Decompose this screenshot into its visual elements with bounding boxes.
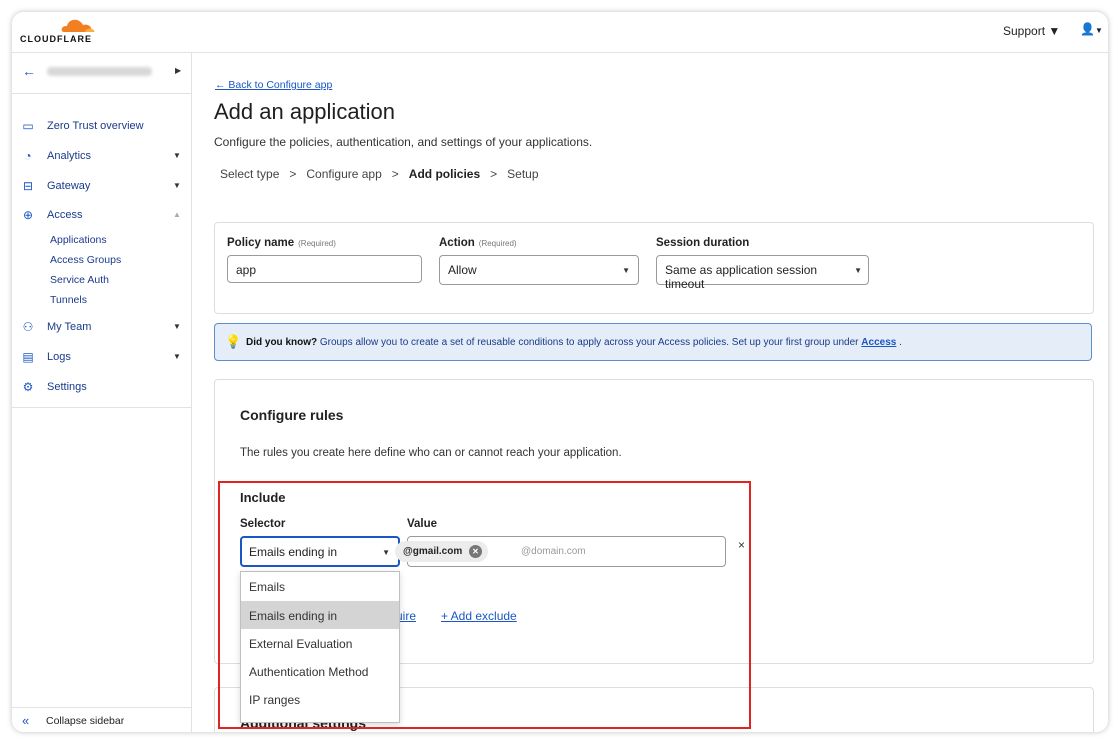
session-duration-value: Same as application session timeout xyxy=(665,263,818,291)
top-bar: CLOUDFLARE Support ▼ 👤▼ xyxy=(12,12,1108,53)
sidebar-item-label: Gateway xyxy=(47,180,91,192)
breadcrumb-separator: > xyxy=(391,167,399,181)
highlight-box xyxy=(218,481,751,729)
action-label-text: Action xyxy=(439,237,475,249)
sidebar-subitem-access-groups[interactable]: Access Groups xyxy=(50,254,121,266)
account-switcher[interactable]: ← ▶ xyxy=(12,53,191,94)
policy-card: Policy name (Required) app Action (Require… xyxy=(214,222,1094,314)
sidebar-item-logs[interactable]: ▤ Logs ▼ xyxy=(12,347,191,369)
support-menu[interactable]: Support ▼ xyxy=(1003,24,1060,38)
sidebar: ← ▶ ▭ Zero Trust overview ◔ Analytics ▼ … xyxy=(12,53,192,732)
sidebar-subitem-service-auth[interactable]: Service Auth xyxy=(50,274,109,286)
double-chevron-left-icon: « xyxy=(22,713,30,728)
gateway-icon: ⊟ xyxy=(22,179,34,193)
step-select-type: Select type xyxy=(220,167,280,181)
chevron-down-icon: ▼ xyxy=(622,266,630,275)
session-duration-select[interactable]: Same as application session timeout ▼ xyxy=(656,255,869,291)
support-label: Support xyxy=(1003,24,1046,38)
breadcrumb-separator: > xyxy=(490,167,498,181)
sidebar-item-label: Zero Trust overview xyxy=(47,120,144,132)
breadcrumb: Select type > Configure app > Add policies > S… xyxy=(220,167,539,181)
sidebar-subitem-applications[interactable]: Applications xyxy=(50,234,107,246)
session-duration-label: Session duration xyxy=(656,237,750,249)
user-icon: 👤 xyxy=(1080,22,1095,36)
sidebar-divider xyxy=(12,407,191,408)
logs-icon: ▤ xyxy=(22,350,34,364)
access-link[interactable]: Access xyxy=(861,337,896,348)
access-icon: ⊕ xyxy=(22,208,34,222)
sidebar-item-label: Logs xyxy=(47,351,71,363)
sidebar-item-zero-trust-overview[interactable]: ▭ Zero Trust overview xyxy=(12,116,191,138)
policy-name-label-text: Policy name xyxy=(227,237,295,249)
sidebar-subitem-tunnels[interactable]: Tunnels xyxy=(50,294,87,306)
chevron-down-icon: ▼ xyxy=(173,151,181,160)
action-label: Action (Required) xyxy=(439,237,517,249)
info-text: Did you know? Groups allow you to create… xyxy=(246,337,902,348)
collapse-sidebar-label: Collapse sidebar xyxy=(46,715,125,727)
sidebar-item-label: My Team xyxy=(47,321,92,333)
configure-rules-description: The rules you create here define who can… xyxy=(240,447,622,459)
action-select-value: Allow xyxy=(448,263,477,277)
chevron-down-icon: ▼ xyxy=(173,181,181,190)
sidebar-item-analytics[interactable]: ◔ Analytics ▼ xyxy=(12,146,191,168)
account-name-blurred xyxy=(47,67,152,76)
configure-rules-title: Configure rules xyxy=(240,407,344,423)
team-icon: ⚇ xyxy=(22,320,34,334)
chevron-down-icon: ▼ xyxy=(1048,24,1061,38)
breadcrumb-separator: > xyxy=(289,167,297,181)
sidebar-item-gateway[interactable]: ⊟ Gateway ▼ xyxy=(12,176,191,198)
page-title: Add an application xyxy=(214,99,396,124)
collapse-sidebar-button[interactable]: « Collapse sidebar xyxy=(12,707,191,732)
lightbulb-icon: 💡 xyxy=(225,334,242,349)
main-content: ← Back to Configure app Add an applicati… xyxy=(192,53,1108,732)
chevron-down-icon: ▼ xyxy=(173,322,181,331)
gear-icon: ⚙ xyxy=(22,380,34,394)
cloudflare-logo[interactable]: CLOUDFLARE xyxy=(20,16,100,48)
sidebar-item-settings[interactable]: ⚙ Settings xyxy=(12,377,191,399)
required-hint: (Required) xyxy=(478,239,517,248)
back-arrow-icon[interactable]: ← xyxy=(22,63,36,79)
action-select[interactable]: Allow ▼ xyxy=(439,255,639,285)
step-add-policies: Add policies xyxy=(408,167,481,181)
step-setup: Setup xyxy=(507,167,539,181)
chevron-down-icon: ▼ xyxy=(854,266,862,275)
dashboard-icon: ▭ xyxy=(22,119,34,133)
sidebar-item-my-team[interactable]: ⚇ My Team ▼ xyxy=(12,317,191,339)
info-body: Groups allow you to create a set of reus… xyxy=(319,337,859,348)
info-end: . xyxy=(899,337,902,348)
pie-chart-icon: ◔ xyxy=(24,149,32,163)
logo-text: CLOUDFLARE xyxy=(20,34,92,44)
info-lead: Did you know? xyxy=(246,337,318,348)
info-banner: 💡 Did you know? Groups allow you to crea… xyxy=(214,323,1092,361)
user-menu[interactable]: 👤▼ xyxy=(1080,22,1103,36)
chevron-right-icon: ▶ xyxy=(175,66,182,75)
sidebar-item-label: Analytics xyxy=(47,150,92,162)
policy-name-input[interactable]: app xyxy=(227,255,422,283)
page-description: Configure the policies, authentication, … xyxy=(214,135,593,149)
chevron-down-icon: ▼ xyxy=(1094,26,1103,35)
policy-name-label: Policy name (Required) xyxy=(227,237,336,249)
browser-frame: CLOUDFLARE Support ▼ 👤▼ ← ▶ ▭ Zero Trust… xyxy=(12,12,1108,732)
step-configure-app: Configure app xyxy=(306,167,382,181)
sidebar-item-label: Access xyxy=(47,209,83,221)
chevron-down-icon: ▼ xyxy=(173,352,181,361)
required-hint: (Required) xyxy=(298,239,336,248)
sidebar-item-label: Settings xyxy=(47,381,87,393)
back-link[interactable]: ← Back to Configure app xyxy=(215,79,332,91)
sidebar-item-access[interactable]: ⊕ Access ▲ xyxy=(12,205,191,227)
chevron-up-icon: ▲ xyxy=(173,210,181,219)
